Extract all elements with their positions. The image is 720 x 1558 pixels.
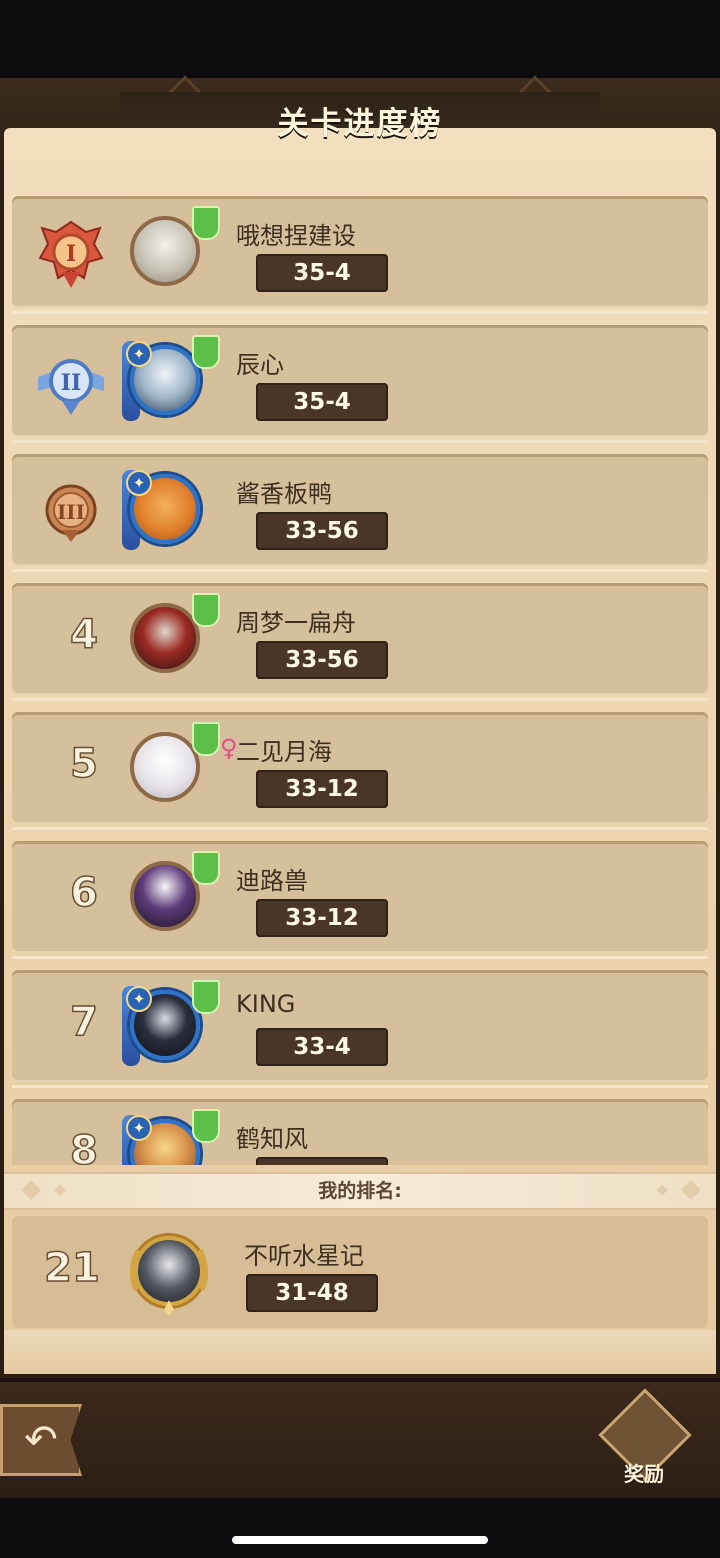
leaderboard-row-1[interactable]: I 哦想捏建设 35-4 (12, 196, 708, 314)
stage-progress: 35-4 (256, 383, 388, 421)
player-name: 酱香板鸭 (236, 480, 332, 508)
stage-progress: 35-4 (256, 254, 388, 292)
player-avatar[interactable]: ✦ (122, 470, 218, 550)
green-shield-icon (192, 851, 220, 885)
page-title: 关卡进度榜 (277, 106, 443, 142)
player-name: 鹤知风 (236, 1125, 308, 1153)
green-shield-icon (192, 206, 220, 240)
rank-number: 5 (69, 740, 98, 788)
player-name: 周梦一扁舟 (236, 609, 356, 637)
player-avatar[interactable] (122, 593, 220, 679)
rank-number: 4 (69, 611, 98, 659)
green-shield-icon (192, 593, 220, 627)
rank-number: 6 (69, 869, 98, 917)
player-name: 迪路兽 (236, 867, 308, 895)
back-button[interactable]: ↶ (0, 1404, 82, 1476)
leaderboard-row-7[interactable]: 7 ✦ KING 33-4 (12, 970, 708, 1088)
stage-progress: 33-12 (256, 770, 388, 808)
leaderboard-row-5[interactable]: 5 ♀ 二见月海 33-12 (12, 712, 708, 830)
player-avatar[interactable]: ✦ (122, 335, 220, 421)
rank-2-medal-icon: II (38, 359, 104, 415)
stage-progress: 33-56 (256, 641, 388, 679)
player-avatar[interactable] (122, 206, 220, 292)
leaderboard-row-2[interactable]: II ✦ 辰心 35-4 (12, 325, 708, 443)
my-ranking-row[interactable]: 21 不听水星记 31-48 (12, 1216, 708, 1328)
player-name: 二见月海 (236, 738, 332, 766)
player-name: 哦想捏建设 (236, 222, 356, 250)
my-ranking-label: 我的排名: (318, 1180, 402, 1202)
rank-number: 7 (69, 998, 98, 1046)
star-badge-icon: ✦ (126, 341, 152, 367)
female-icon: ♀ (220, 734, 238, 762)
star-badge-icon: ✦ (126, 470, 152, 496)
player-name: KING (236, 990, 296, 1018)
player-avatar[interactable] (122, 722, 220, 808)
my-rank-number: 21 (43, 1244, 100, 1292)
panel-bottom-ornament (4, 1330, 716, 1374)
status-bar-area (0, 0, 720, 78)
leaderboard-row-4[interactable]: 4 周梦一扁舟 33-56 (12, 583, 708, 701)
stage-progress: 33-12 (256, 899, 388, 937)
stage-progress: 33-4 (256, 1157, 388, 1165)
player-avatar[interactable]: ✦ (122, 1109, 220, 1165)
leaderboard-row-8[interactable]: 8 ✦ 鹤知风 33-4 (12, 1099, 708, 1165)
player-name: 辰心 (236, 351, 284, 379)
leaderboard-row-3[interactable]: III ✦ 酱香板鸭 33-56 (12, 454, 708, 572)
rank-number: 8 (69, 1127, 98, 1165)
back-arrow-icon: ↶ (24, 1417, 58, 1463)
my-stage-progress: 31-48 (246, 1274, 378, 1312)
star-badge-icon: ✦ (126, 986, 152, 1012)
player-avatar[interactable] (122, 851, 220, 937)
rank-1-medal-icon: I (38, 220, 104, 288)
green-shield-icon (192, 980, 220, 1014)
laurel-wreath-icon (130, 1248, 208, 1316)
my-ranking-header: 我的排名: (4, 1172, 716, 1210)
home-indicator[interactable] (232, 1536, 488, 1544)
svg-text:I: I (66, 241, 76, 267)
reward-button[interactable]: 奖励 (598, 1388, 692, 1486)
svg-text:III: III (57, 500, 85, 524)
stage-progress: 33-56 (256, 512, 388, 550)
rank-3-medal-icon: III (45, 484, 97, 542)
star-badge-icon: ✦ (126, 1115, 152, 1141)
green-shield-icon (192, 335, 220, 369)
player-avatar[interactable]: ✦ (122, 980, 220, 1066)
my-player-name: 不听水星记 (244, 1242, 364, 1270)
leaderboard-list[interactable]: I 哦想捏建设 35-4 II ✦ 辰心 35-4 III ✦ 酱香板鸭 33-… (0, 190, 720, 1165)
home-indicator-area (0, 1498, 720, 1558)
leaderboard-row-6[interactable]: 6 迪路兽 33-12 (12, 841, 708, 959)
my-avatar[interactable] (126, 1230, 222, 1316)
green-shield-icon (192, 1109, 220, 1143)
reward-label: 奖励 (624, 1462, 664, 1486)
svg-text:II: II (61, 370, 82, 396)
stage-progress: 33-4 (256, 1028, 388, 1066)
green-shield-icon (192, 722, 220, 756)
